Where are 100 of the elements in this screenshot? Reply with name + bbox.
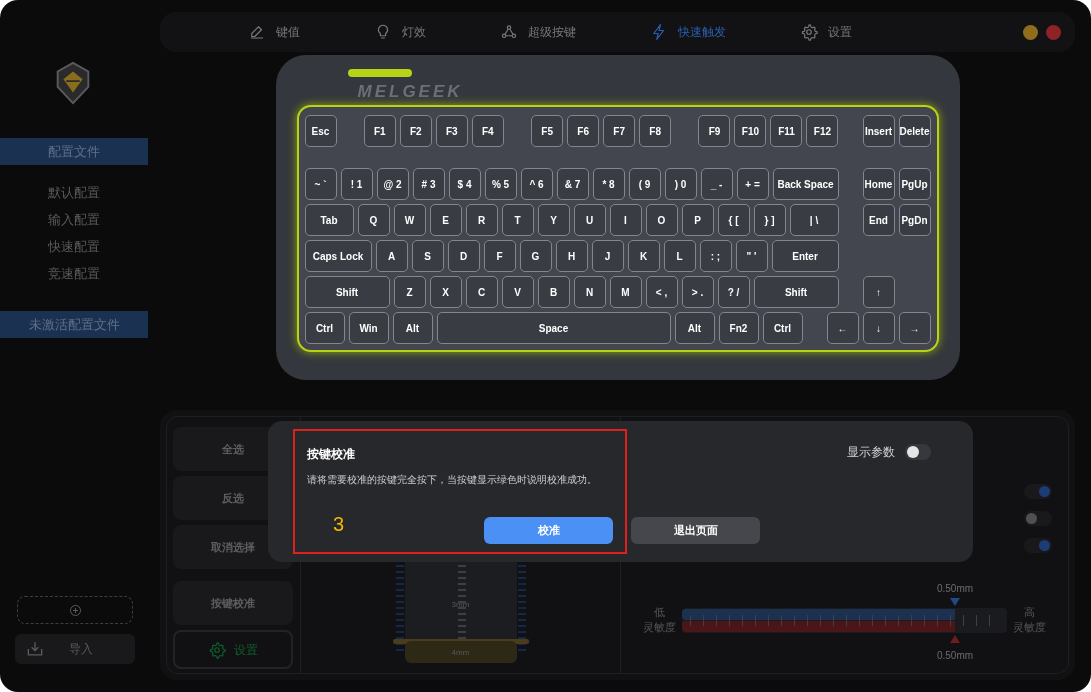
toggle-switch[interactable] xyxy=(1024,538,1052,553)
key[interactable]: { [ xyxy=(717,204,750,236)
key[interactable]: F7 xyxy=(603,115,636,147)
key[interactable]: K xyxy=(627,240,660,272)
key[interactable]: : ; xyxy=(699,240,732,272)
key[interactable]: G xyxy=(519,240,552,272)
key[interactable]: Home xyxy=(862,168,895,200)
key[interactable]: ? / xyxy=(717,276,750,308)
key[interactable]: F5 xyxy=(531,115,564,147)
key[interactable]: C xyxy=(465,276,498,308)
key[interactable]: < , xyxy=(645,276,678,308)
toggle-switch[interactable] xyxy=(905,444,931,460)
key[interactable]: F6 xyxy=(567,115,600,147)
download-icon xyxy=(25,639,45,659)
key[interactable]: V xyxy=(501,276,534,308)
key[interactable]: F xyxy=(483,240,516,272)
key[interactable]: F9 xyxy=(698,115,731,147)
key[interactable]: F12 xyxy=(806,115,839,147)
key[interactable]: Ctrl xyxy=(762,312,803,344)
toggle-switch[interactable] xyxy=(1024,484,1052,499)
key[interactable]: % 5 xyxy=(484,168,517,200)
key[interactable]: D xyxy=(447,240,480,272)
key[interactable]: R xyxy=(465,204,498,236)
key[interactable]: @ 2 xyxy=(376,168,409,200)
key[interactable]: Esc xyxy=(304,115,337,147)
key[interactable]: | \ xyxy=(789,204,839,236)
key[interactable]: ( 9 xyxy=(628,168,661,200)
key[interactable]: F4 xyxy=(471,115,504,147)
key[interactable]: F1 xyxy=(363,115,396,147)
key[interactable]: Shift xyxy=(753,276,839,308)
key[interactable]: → xyxy=(898,312,931,344)
key[interactable]: } ] xyxy=(753,204,786,236)
nav-tab[interactable]: 键值 xyxy=(248,23,300,41)
key[interactable]: M xyxy=(609,276,642,308)
window-button[interactable] xyxy=(1023,24,1038,40)
key[interactable]: Fn2 xyxy=(718,312,759,344)
key[interactable]: $ 4 xyxy=(448,168,481,200)
key[interactable]: ← xyxy=(826,312,859,344)
key[interactable]: A xyxy=(375,240,408,272)
key[interactable]: ↓ xyxy=(862,312,895,344)
sensitivity-caption: 灵敏度 xyxy=(643,620,676,635)
key[interactable]: PgUp xyxy=(898,168,931,200)
settings-icon xyxy=(208,640,226,659)
key[interactable]: Win xyxy=(348,312,389,344)
key[interactable]: Q xyxy=(357,204,390,236)
key[interactable]: ↑ xyxy=(862,276,895,308)
key[interactable]: Caps Lock xyxy=(304,240,372,272)
key[interactable]: F3 xyxy=(435,115,468,147)
key[interactable]: Alt xyxy=(674,312,715,344)
key[interactable]: Tab xyxy=(304,204,354,236)
key[interactable]: E xyxy=(429,204,462,236)
sensitivity-label: 低 xyxy=(654,605,665,620)
key[interactable]: O xyxy=(645,204,678,236)
key[interactable]: I xyxy=(609,204,642,236)
key[interactable]: Ctrl xyxy=(304,312,345,344)
key[interactable]: ~ ` xyxy=(304,168,337,200)
key[interactable]: F10 xyxy=(734,115,767,147)
key[interactable]: Insert xyxy=(862,115,895,147)
add-button[interactable] xyxy=(17,596,133,624)
key[interactable]: J xyxy=(591,240,624,272)
key[interactable]: " ' xyxy=(735,240,768,272)
key[interactable]: End xyxy=(862,204,895,236)
key[interactable]: _ - xyxy=(700,168,733,200)
nav-tab[interactable]: 灯效 xyxy=(374,23,426,41)
key[interactable]: + = xyxy=(736,168,769,200)
key[interactable]: Enter xyxy=(771,240,839,272)
plus-icon xyxy=(67,602,83,618)
key[interactable]: > . xyxy=(681,276,714,308)
key[interactable]: U xyxy=(573,204,606,236)
key[interactable]: PgDn xyxy=(898,204,931,236)
key[interactable]: F2 xyxy=(399,115,432,147)
key[interactable]: Y xyxy=(537,204,570,236)
key[interactable]: H xyxy=(555,240,588,272)
key[interactable]: T xyxy=(501,204,534,236)
window-button[interactable] xyxy=(1046,24,1061,40)
key[interactable]: * 8 xyxy=(592,168,625,200)
key[interactable]: X xyxy=(429,276,462,308)
key[interactable]: Shift xyxy=(304,276,390,308)
key[interactable]: Space xyxy=(436,312,671,344)
key[interactable]: P xyxy=(681,204,714,236)
key[interactable]: Back Space xyxy=(772,168,839,200)
key[interactable]: Alt xyxy=(392,312,433,344)
key[interactable]: ) 0 xyxy=(664,168,697,200)
key[interactable]: ^ 6 xyxy=(520,168,553,200)
toggle-switch[interactable] xyxy=(1024,511,1052,526)
key[interactable]: L xyxy=(663,240,696,272)
key[interactable]: W xyxy=(393,204,426,236)
nav-tab[interactable]: 设置 xyxy=(800,23,852,41)
key[interactable]: # 3 xyxy=(412,168,445,200)
key[interactable]: F8 xyxy=(639,115,672,147)
key[interactable]: B xyxy=(537,276,570,308)
key[interactable]: S xyxy=(411,240,444,272)
key[interactable]: & 7 xyxy=(556,168,589,200)
key[interactable]: Z xyxy=(393,276,426,308)
key[interactable]: F11 xyxy=(770,115,803,147)
nav-tab[interactable]: 超级按键 xyxy=(500,23,576,41)
key[interactable]: ! 1 xyxy=(340,168,373,200)
key[interactable]: N xyxy=(573,276,606,308)
exit-button[interactable]: 退出页面 xyxy=(631,517,760,544)
key[interactable]: Delete xyxy=(898,115,931,147)
